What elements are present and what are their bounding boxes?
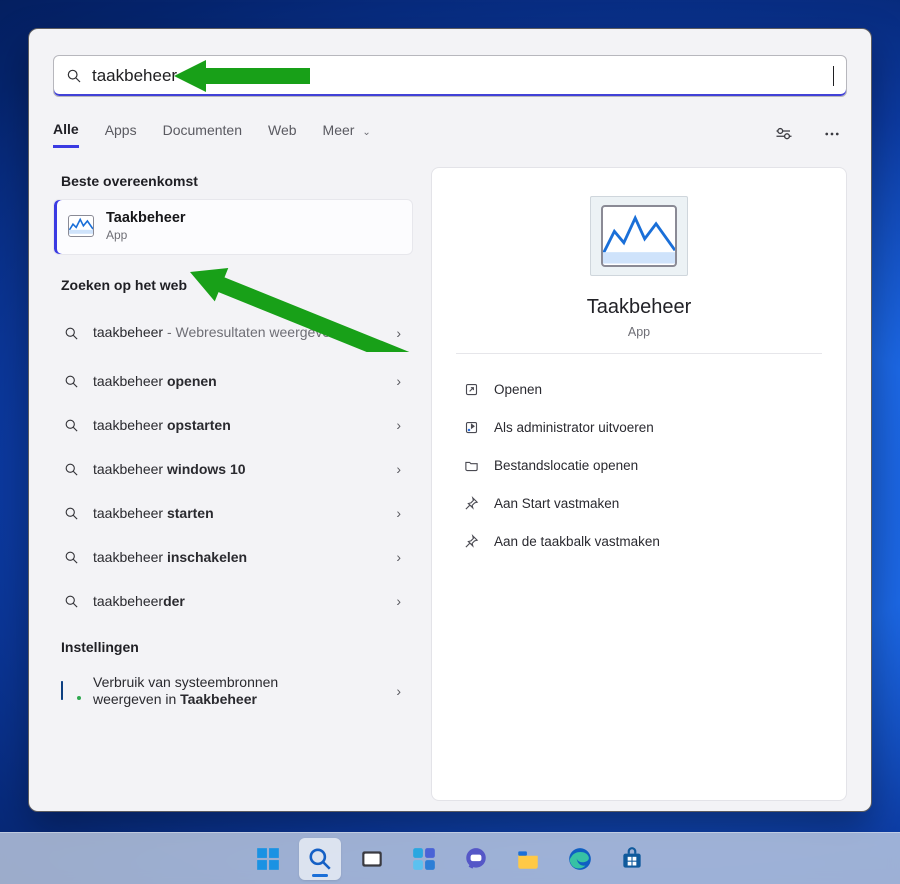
web-result-label: taakbeheer openen: [93, 373, 384, 389]
taskbar-widgets[interactable]: [403, 838, 445, 880]
tab-documents[interactable]: Documenten: [163, 122, 242, 146]
search-icon: [61, 594, 81, 609]
taskbar-chat[interactable]: [455, 838, 497, 880]
best-match-title: Taakbeheer: [106, 210, 186, 226]
web-result-label: taakbeheer inschakelen: [93, 549, 384, 565]
chevron-right-icon: ›: [396, 417, 401, 433]
admin-icon: [462, 420, 480, 435]
taskbar-task-view[interactable]: [351, 838, 393, 880]
taskbar-store[interactable]: [611, 838, 653, 880]
chevron-right-icon: ›: [396, 549, 401, 565]
folder-icon: [462, 458, 480, 473]
chevron-right-icon: ›: [396, 325, 401, 341]
web-result-label: taakbeheer opstarten: [93, 417, 384, 433]
search-icon: [66, 68, 82, 84]
preview-header: Taakbeheer App: [456, 196, 822, 354]
search-input[interactable]: [92, 66, 833, 86]
search-tabs: Alle Apps Documenten Web Meer ⌄: [53, 119, 847, 149]
more-options-icon[interactable]: [817, 119, 847, 149]
action-open[interactable]: Openen: [456, 370, 822, 408]
action-pin[interactable]: Aan de taakbalk vastmaken: [456, 522, 822, 560]
system-monitor-icon: [61, 682, 81, 700]
chevron-down-icon: ⌄: [362, 127, 370, 138]
section-best-match: Beste overeenkomst: [53, 167, 413, 199]
web-result[interactable]: taakbeheer inschakelen ›: [53, 535, 413, 579]
results-left-pane: Beste overeenkomst Taakbeheer App Zoeken…: [53, 167, 413, 801]
web-result[interactable]: taakbeheer - Webresultaten weergeven ›: [53, 307, 413, 359]
action-pin[interactable]: Aan Start vastmaken: [456, 484, 822, 522]
best-match-result[interactable]: Taakbeheer App: [53, 199, 413, 255]
chevron-right-icon: ›: [396, 461, 401, 477]
taskbar-file-explorer[interactable]: [507, 838, 549, 880]
pin-icon: [462, 496, 480, 511]
action-label: Aan Start vastmaken: [494, 496, 619, 511]
web-result[interactable]: taakbeheer windows 10 ›: [53, 447, 413, 491]
search-box[interactable]: [53, 55, 847, 97]
taskbar-start[interactable]: [247, 838, 289, 880]
search-settings-icon[interactable]: [769, 119, 799, 149]
section-settings: Instellingen: [53, 633, 413, 665]
search-results: Beste overeenkomst Taakbeheer App Zoeken…: [53, 167, 847, 801]
preview-pane: Taakbeheer App Openen Als administrator u…: [431, 167, 847, 801]
search-icon: [61, 506, 81, 521]
search-icon: [61, 550, 81, 565]
open-icon: [462, 382, 480, 397]
action-label: Bestandslocatie openen: [494, 458, 638, 473]
section-web: Zoeken op het web: [53, 271, 413, 303]
search-icon: [61, 418, 81, 433]
settings-result-label: Verbruik van systeembronnen weergeven in…: [93, 674, 384, 709]
web-result[interactable]: taakbeheerder ›: [53, 579, 413, 623]
chevron-right-icon: ›: [396, 373, 401, 389]
tab-apps[interactable]: Apps: [105, 122, 137, 146]
chevron-right-icon: ›: [396, 683, 401, 699]
preview-icon: [590, 196, 688, 276]
tab-more-label: Meer: [323, 122, 355, 138]
web-results-list: taakbeheer - Webresultaten weergeven›taa…: [53, 307, 413, 623]
action-folder[interactable]: Bestandslocatie openen: [456, 446, 822, 484]
web-result-label: taakbeheerder: [93, 593, 384, 609]
settings-result[interactable]: Verbruik van systeembronnen weergeven in…: [53, 665, 413, 717]
chevron-right-icon: ›: [396, 593, 401, 609]
preview-subtitle: App: [628, 325, 650, 339]
tab-all[interactable]: Alle: [53, 121, 79, 148]
search-icon: [61, 462, 81, 477]
web-result[interactable]: taakbeheer openen ›: [53, 359, 413, 403]
web-result-label: taakbeheer starten: [93, 505, 384, 521]
search-icon: [61, 374, 81, 389]
action-label: Als administrator uitvoeren: [494, 420, 654, 435]
action-label: Openen: [494, 382, 542, 397]
web-result[interactable]: taakbeheer opstarten ›: [53, 403, 413, 447]
best-match-subtitle: App: [106, 228, 186, 242]
chevron-right-icon: ›: [396, 505, 401, 521]
taskbar-edge[interactable]: [559, 838, 601, 880]
taakbeheer-icon: [68, 215, 94, 237]
action-admin[interactable]: Als administrator uitvoeren: [456, 408, 822, 446]
text-caret: [833, 66, 834, 86]
preview-actions: Openen Als administrator uitvoeren Bestand…: [456, 370, 822, 560]
web-result-label: taakbeheer - Webresultaten weergeven: [93, 324, 384, 342]
taskbar-search[interactable]: [299, 838, 341, 880]
tab-web[interactable]: Web: [268, 122, 297, 146]
preview-title: Taakbeheer: [587, 296, 692, 319]
action-label: Aan de taakbalk vastmaken: [494, 534, 660, 549]
search-icon: [61, 326, 81, 341]
web-result[interactable]: taakbeheer starten ›: [53, 491, 413, 535]
pin-icon: [462, 534, 480, 549]
tab-more[interactable]: Meer ⌄: [323, 122, 371, 146]
taskbar: [0, 832, 900, 884]
web-result-label: taakbeheer windows 10: [93, 461, 384, 477]
search-window: Alle Apps Documenten Web Meer ⌄ Beste ov…: [28, 28, 872, 812]
